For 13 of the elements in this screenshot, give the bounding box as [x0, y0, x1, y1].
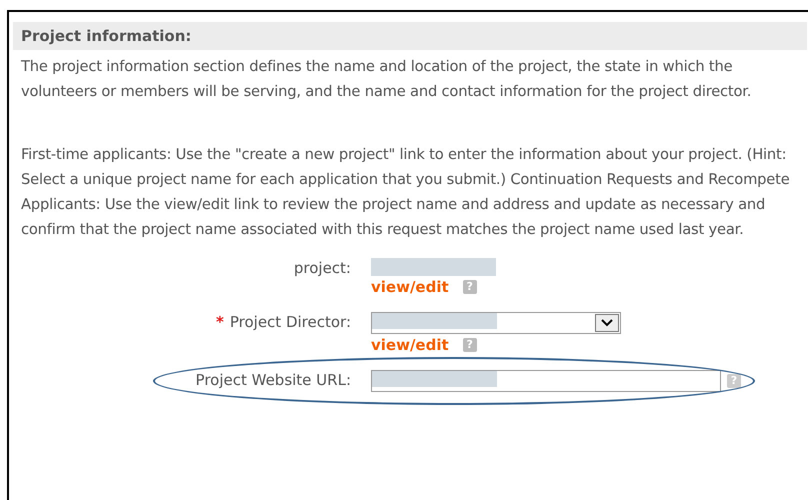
field-label: Project Website URL: [196, 371, 351, 389]
view-edit-link[interactable]: view/edit [371, 336, 449, 354]
field-label: Project Director: [230, 313, 351, 331]
field-label: project: [294, 259, 351, 277]
view-edit-link[interactable]: view/edit [371, 278, 449, 296]
section-header: Project information: [13, 22, 807, 50]
help-icon[interactable]: ? [462, 338, 477, 352]
description-paragraph: The project information section defines the name and location of the project, the state in which the volunteers or members will be serving, and the name and contact information for the project director. [20, 57, 752, 102]
required-asterisk: * [216, 313, 224, 331]
help-icon[interactable]: ? [727, 374, 741, 388]
description-paragraph: First-time applicants: Use the "create a new project" link to enter the information about your project. (Hint: Select a unique project name for each application that you submit.) Continuation Requests and Recompete Applicants: Use the view/edit link to review the project name and address and update as necessary and confirm that the project name associated with this request matches the project name used last year. [20, 145, 791, 240]
url-input-field[interactable] [371, 370, 721, 392]
help-icon[interactable]: ? [462, 280, 477, 294]
